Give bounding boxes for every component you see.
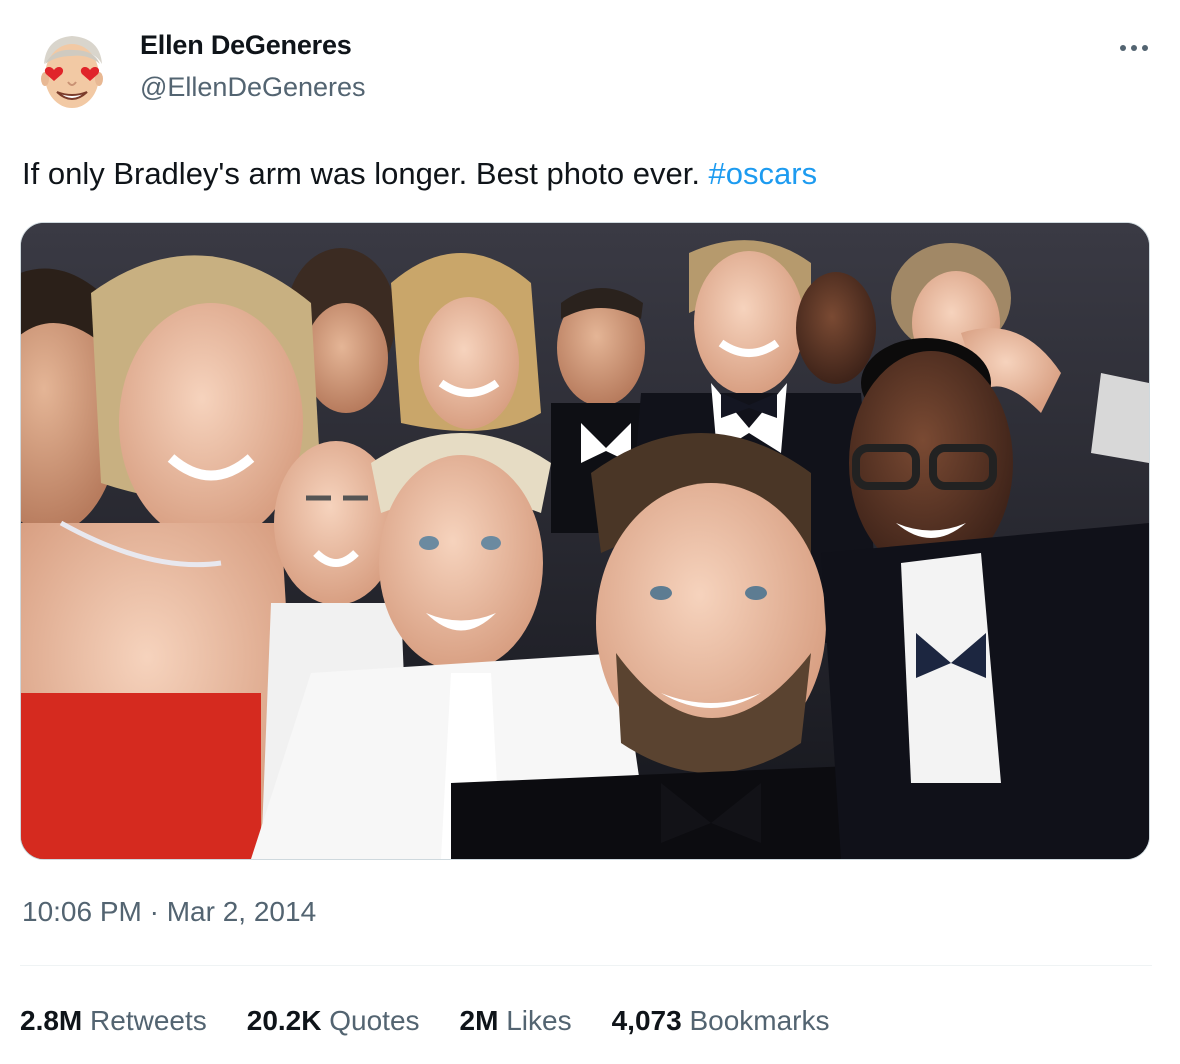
hashtag-link[interactable]: #oscars	[709, 156, 818, 191]
retweets-stat[interactable]: 2.8M Retweets	[20, 1005, 207, 1037]
quotes-label: Quotes	[329, 1005, 420, 1036]
quotes-stat[interactable]: 20.2K Quotes	[247, 1005, 420, 1037]
avatar[interactable]	[24, 24, 120, 120]
tweet-text-body: If only Bradley's arm was longer. Best p…	[22, 156, 709, 191]
user-handle[interactable]: @EllenDeGeneres	[140, 72, 366, 103]
divider	[20, 965, 1152, 966]
likes-stat[interactable]: 2M Likes	[460, 1005, 572, 1037]
group-selfie-photo	[21, 223, 1149, 859]
bookmarks-stat[interactable]: 4,073 Bookmarks	[612, 1005, 830, 1037]
engagement-stats: 2.8M Retweets 20.2K Quotes 2M Likes 4,07…	[20, 1003, 870, 1039]
cartoon-face-heart-eyes-avatar	[24, 24, 120, 120]
likes-count: 2M	[459, 1005, 499, 1036]
tweet-photo[interactable]	[20, 222, 1150, 860]
tweet-timestamp[interactable]: 10:06 PM · Mar 2, 2014	[22, 896, 316, 928]
likes-label: Likes	[506, 1005, 572, 1036]
tweet: Ellen DeGeneres @EllenDeGeneres If only …	[0, 0, 1180, 1064]
retweets-label: Retweets	[90, 1005, 207, 1036]
quotes-count: 20.2K	[246, 1005, 322, 1036]
bookmarks-count: 4,073	[611, 1005, 682, 1036]
bookmarks-label: Bookmarks	[689, 1005, 830, 1036]
more-horizontal-icon	[1120, 45, 1126, 51]
more-options-button[interactable]	[1112, 28, 1156, 68]
display-name[interactable]: Ellen DeGeneres	[140, 30, 352, 61]
retweets-count: 2.8M	[20, 1005, 83, 1036]
tweet-text: If only Bradley's arm was longer. Best p…	[22, 154, 1152, 194]
